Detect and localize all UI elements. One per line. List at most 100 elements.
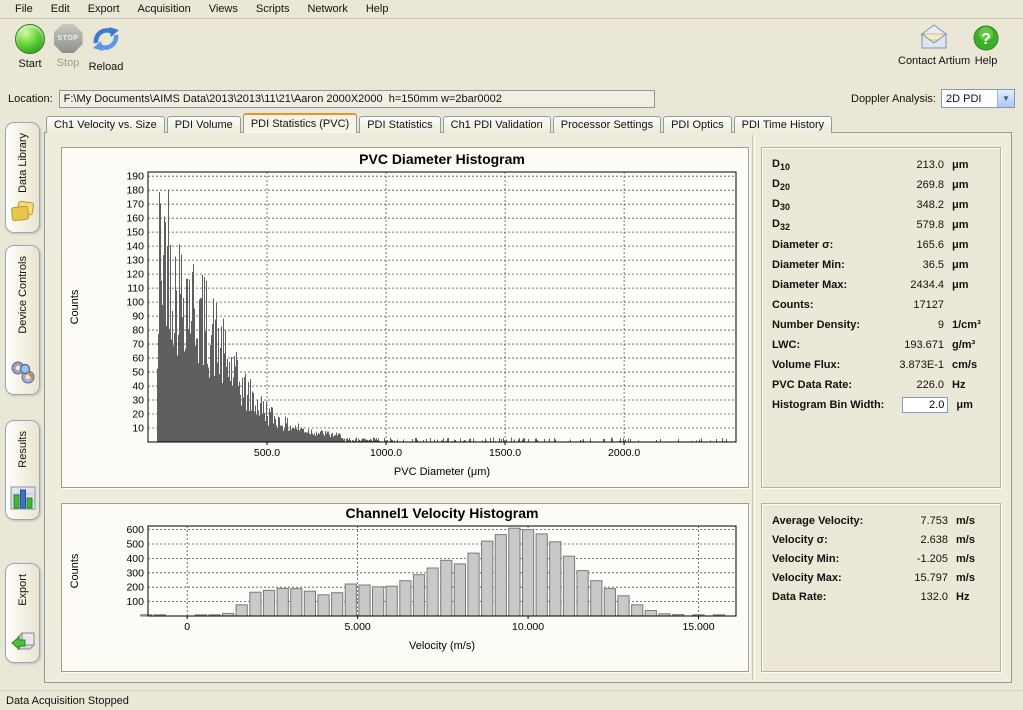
sidebar-item-device-controls[interactable]: Device Controls	[5, 245, 40, 395]
tab-page: Ch1 Velocity vs. SizePDI VolumePDI Stati…	[44, 113, 1014, 689]
menu-item-help[interactable]: Help	[357, 1, 398, 17]
stat-unit: μm	[944, 179, 990, 191]
pvc-histogram-svg: PVC Diameter Histogram102030405060708090…	[62, 148, 748, 486]
chevron-down-icon[interactable]: ▼	[997, 90, 1014, 107]
stat-row-data-rate: Data Rate:132.0Hz	[772, 587, 990, 606]
tab-pdi-time-history[interactable]: PDI Time History	[734, 116, 833, 133]
tab-pdi-statistics[interactable]: PDI Statistics	[359, 116, 440, 133]
stat-unit: Hz	[948, 591, 990, 603]
svg-text:50: 50	[132, 367, 144, 379]
stat-row-d10: D10213.0μm	[772, 155, 990, 175]
menu-item-network[interactable]: Network	[298, 1, 356, 17]
stat-label: Velocity σ:	[772, 534, 890, 546]
stat-value: 17127	[880, 299, 944, 311]
stat-row-velocity-min: Velocity Min:-1.205m/s	[772, 549, 990, 568]
tab-pdi-statistics-pvc[interactable]: PDI Statistics (PVC)	[243, 113, 357, 133]
svg-text:150: 150	[126, 227, 144, 239]
stat-label: Diameter σ:	[772, 239, 880, 251]
stat-label: Volume Flux:	[772, 359, 880, 371]
location-input[interactable]	[59, 90, 655, 108]
stat-unit: cm/s	[944, 359, 990, 371]
gears-icon	[10, 359, 36, 388]
stat-unit: Hz	[944, 379, 990, 391]
sidebar-item-data-library[interactable]: Data Library	[5, 122, 40, 233]
stat-unit: μm	[944, 199, 990, 211]
help-button[interactable]: ? Help	[972, 24, 1000, 67]
svg-text:60: 60	[132, 353, 144, 365]
svg-text:15.000: 15.000	[682, 621, 714, 633]
svg-text:Velocity (m/s): Velocity (m/s)	[409, 640, 475, 652]
tab-ch1-pdi-validation[interactable]: Ch1 PDI Validation	[443, 116, 551, 133]
stat-value: 132.0	[890, 591, 948, 603]
menu-item-views[interactable]: Views	[200, 1, 247, 17]
svg-text:70: 70	[132, 339, 144, 351]
stat-label: Number Density:	[772, 319, 880, 331]
svg-text:190: 190	[126, 171, 144, 183]
stat-label: Data Rate:	[772, 591, 890, 603]
stat-label: Counts:	[772, 299, 880, 311]
menu-item-scripts[interactable]: Scripts	[247, 1, 299, 17]
velocity-histogram-panel: Channel1 Velocity Histogram1002003004005…	[61, 503, 749, 672]
reload-label: Reload	[89, 61, 124, 73]
svg-text:400: 400	[126, 553, 144, 565]
velocity-histogram-svg: Channel1 Velocity Histogram1002003004005…	[62, 504, 748, 670]
stat-unit: m/s	[948, 534, 990, 546]
stat-row-volume-flux: Volume Flux:3.873E-1cm/s	[772, 355, 990, 375]
stat-row-diameter: Diameter σ:165.6μm	[772, 235, 990, 255]
svg-text:10: 10	[132, 423, 144, 435]
stat-value: 193.671	[880, 339, 944, 351]
menu-item-export[interactable]: Export	[79, 1, 129, 17]
stat-value: 36.5	[880, 259, 944, 271]
svg-text:100: 100	[126, 297, 144, 309]
stat-row-diameter-min: Diameter Min:36.5μm	[772, 255, 990, 275]
stop-label: Stop	[57, 57, 80, 69]
folder-icon	[10, 199, 36, 226]
svg-text:20: 20	[132, 409, 144, 421]
splitter[interactable]	[752, 135, 755, 680]
stat-unit: μm	[944, 259, 990, 271]
doppler-analysis-select[interactable]: 2D PDI ▼	[941, 89, 1015, 108]
stat-value: 3.873E-1	[880, 359, 944, 371]
svg-text:200: 200	[126, 582, 144, 594]
menu-item-edit[interactable]: Edit	[42, 1, 79, 17]
tab-ch1-velocity-vs-size[interactable]: Ch1 Velocity vs. Size	[46, 116, 165, 133]
stat-row-counts: Counts:17127	[772, 295, 990, 315]
stat-label: LWC:	[772, 339, 880, 351]
stat-value: 226.0	[880, 379, 944, 391]
histogram-bin-width-input[interactable]	[902, 397, 948, 413]
sidebar-item-results[interactable]: Results	[5, 420, 40, 520]
svg-text:180: 180	[126, 185, 144, 197]
tab-processor-settings[interactable]: Processor Settings	[553, 116, 661, 133]
stat-row-histogram-bin-width: Histogram Bin Width:μm	[772, 395, 990, 415]
tab-pdi-volume[interactable]: PDI Volume	[167, 116, 241, 133]
export-icon	[10, 629, 36, 656]
stat-row-d32: D32579.8μm	[772, 215, 990, 235]
stop-icon: STOP	[54, 24, 83, 53]
stat-row-velocity: Velocity σ:2.638m/s	[772, 530, 990, 549]
start-label: Start	[18, 58, 41, 70]
tab-pdi-optics[interactable]: PDI Optics	[663, 116, 732, 133]
stat-value: 9	[880, 319, 944, 331]
help-label: Help	[975, 55, 998, 67]
svg-text:500: 500	[126, 539, 144, 551]
menu-item-file[interactable]: File	[6, 1, 42, 17]
svg-text:Channel1 Velocity Histogram: Channel1 Velocity Histogram	[346, 505, 539, 521]
svg-text:40: 40	[132, 381, 144, 393]
stat-label: Diameter Min:	[772, 259, 880, 271]
contact-artium-button[interactable]: Contact Artium	[898, 24, 970, 67]
stat-value: 213.0	[880, 159, 944, 171]
svg-text:PVC Diameter Histogram: PVC Diameter Histogram	[359, 151, 525, 167]
doppler-analysis-label: Doppler Analysis:	[851, 93, 936, 105]
menu-item-acquisition[interactable]: Acquisition	[129, 1, 200, 17]
stat-row-velocity-max: Velocity Max:15.797m/s	[772, 568, 990, 587]
reload-button[interactable]: Reload	[82, 24, 130, 73]
start-icon	[15, 24, 45, 54]
svg-text:80: 80	[132, 325, 144, 337]
stat-value: 269.8	[880, 179, 944, 191]
diameter-stats-panel: D10213.0μmD20269.8μmD30348.2μmD32579.8μm…	[761, 147, 1001, 488]
stat-value: 579.8	[880, 219, 944, 231]
stat-unit: μm	[944, 219, 990, 231]
menu-bar: FileEditExportAcquisitionViewsScriptsNet…	[0, 0, 1023, 19]
stat-unit: μm	[944, 159, 990, 171]
sidebar-item-export[interactable]: Export	[5, 563, 40, 663]
